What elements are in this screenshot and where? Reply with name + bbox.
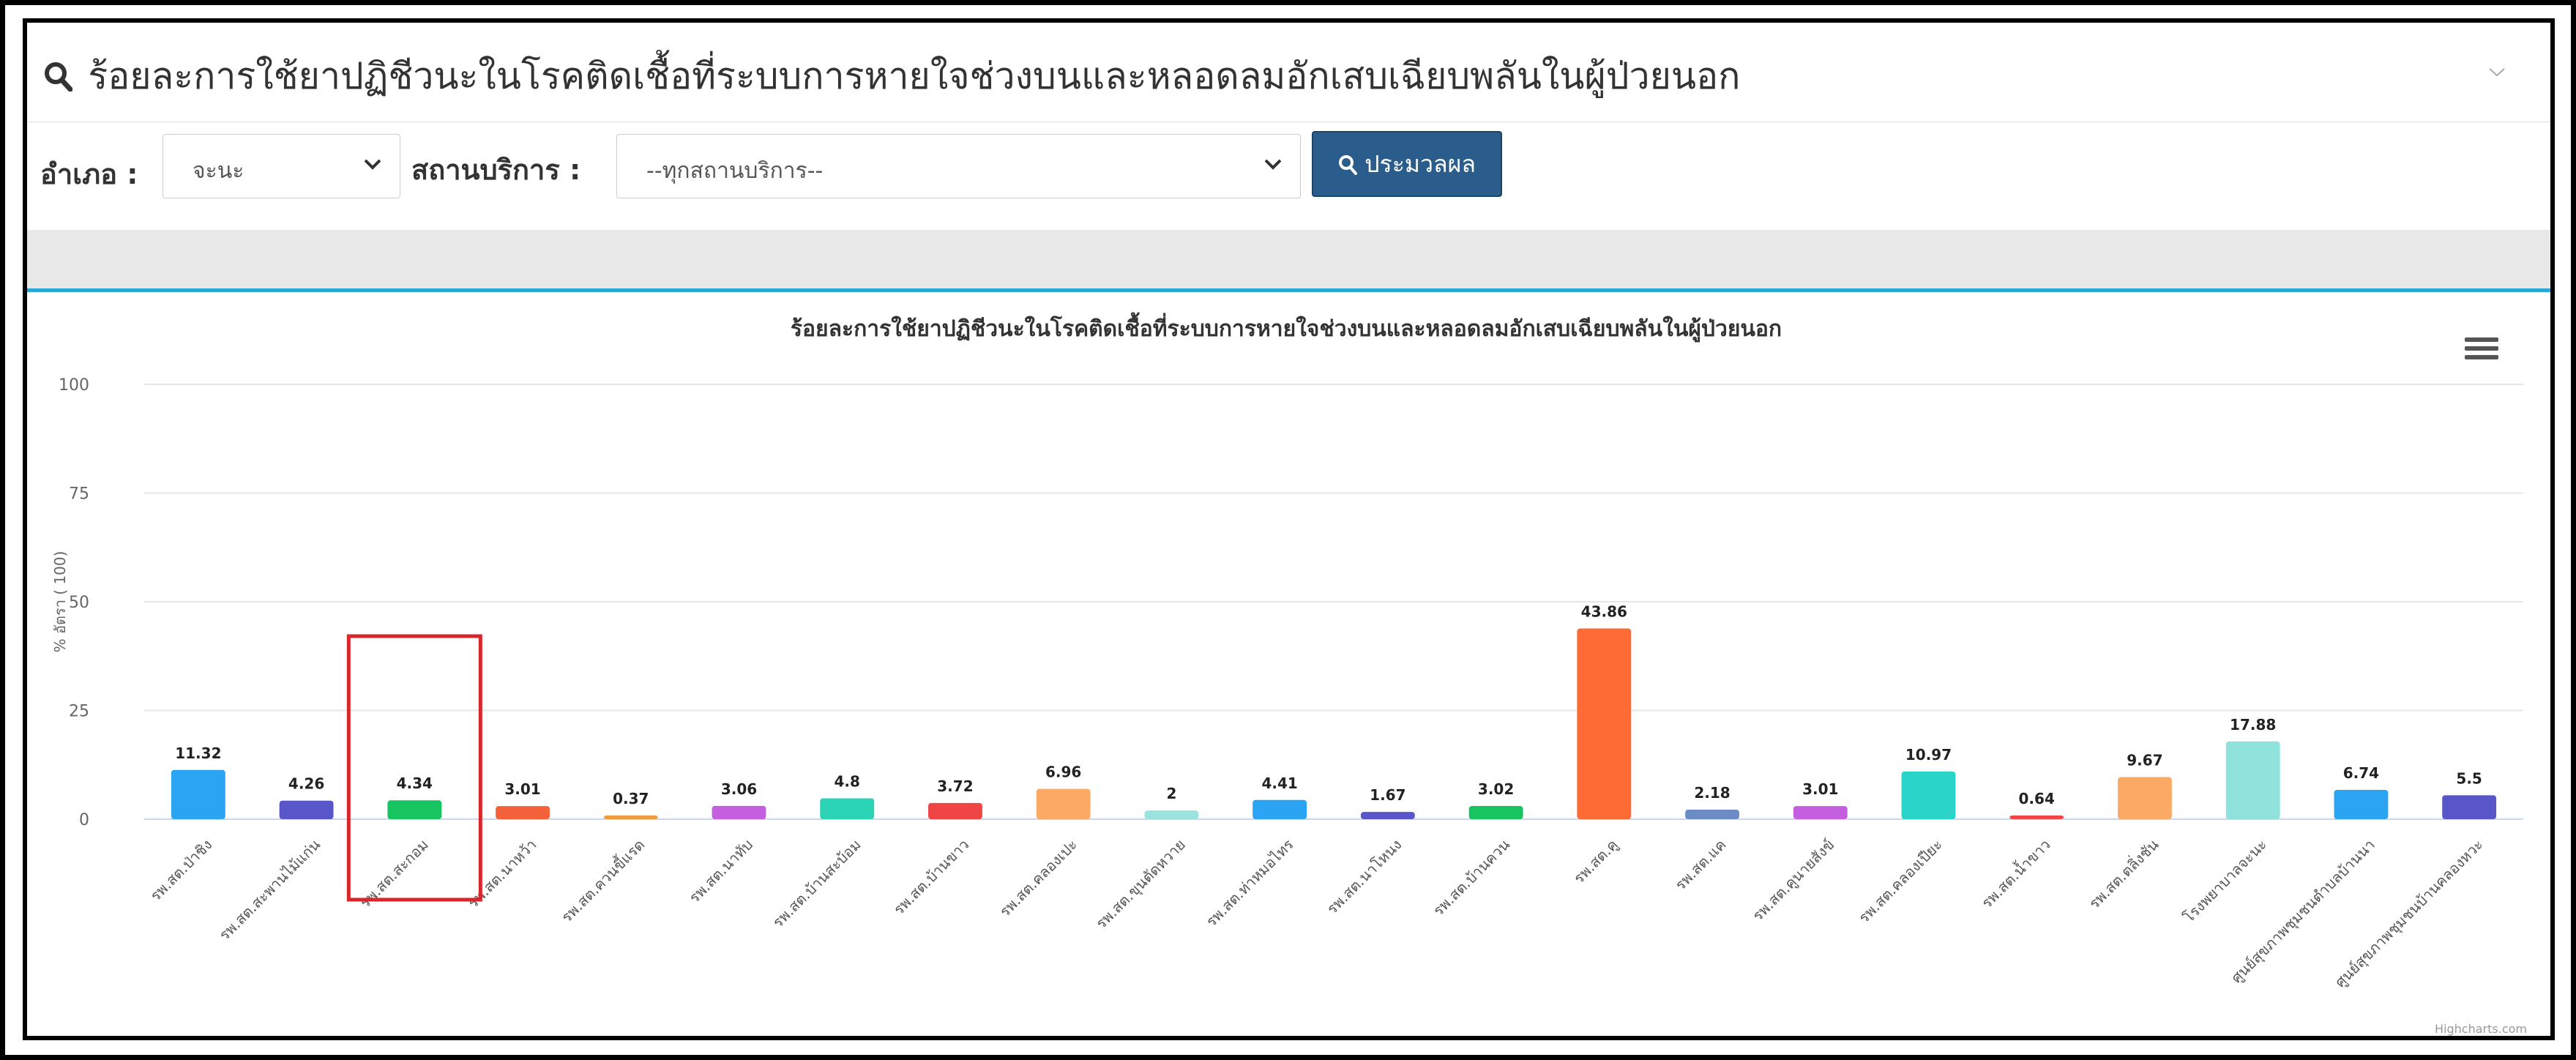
- bar[interactable]: [1793, 806, 1848, 819]
- x-tick-label: รพ.สต.คู: [1570, 836, 1622, 888]
- x-tick-label: โรงพยาบาลจะนะ: [2180, 836, 2270, 926]
- x-tick-label: รพ.สต.ตลิ่งชัน: [2084, 835, 2162, 912]
- data-label: 11.32: [175, 744, 221, 762]
- bar[interactable]: [928, 802, 982, 819]
- bar-chart: ร้อยละการใช้ยาปฏิชีวนะในโรคติดเชื้อที่ระ…: [51, 312, 2527, 1036]
- data-label: 43.86: [1581, 602, 1627, 620]
- x-tick-label: รพ.สต.สะพานไม้แก่น: [215, 835, 324, 944]
- bar[interactable]: [496, 806, 550, 819]
- search-icon: [1338, 150, 1364, 178]
- data-label: 3.01: [1802, 780, 1838, 798]
- x-tick-label: รพ.สต.ป่าชิง: [146, 836, 215, 905]
- bar[interactable]: [171, 769, 225, 819]
- x-tick-label: รพ.สต.นาทับ: [685, 836, 756, 907]
- bar[interactable]: [279, 800, 334, 819]
- y-tick-label: 100: [59, 376, 89, 395]
- data-label: 3.72: [937, 777, 973, 795]
- chevron-down-icon[interactable]: [2487, 59, 2506, 83]
- data-label: 3.01: [504, 780, 540, 798]
- bar[interactable]: [1468, 806, 1523, 819]
- data-label: 3.06: [721, 780, 757, 798]
- data-label: 17.88: [2230, 716, 2276, 734]
- data-label: 4.34: [397, 775, 433, 792]
- data-label: 4.26: [288, 775, 324, 793]
- bar[interactable]: [1685, 810, 1739, 819]
- data-label: 6.96: [1045, 764, 1081, 781]
- y-tick-label: 25: [69, 703, 89, 721]
- chart-title: ร้อยละการใช้ยาปฏิชีวนะในโรคติดเชื้อที่ระ…: [791, 312, 1782, 343]
- service-label: สถานบริการ :: [411, 154, 581, 186]
- data-label: 5.5: [2456, 769, 2482, 787]
- y-axis-label: % อัตรา ( 100): [51, 551, 69, 653]
- service-select-value: --ทุกสถานบริการ--: [646, 158, 824, 184]
- panel-header[interactable]: ร้อยละการใช้ยาปฏิชีวนะในโรคติดเชื้อที่ระ…: [27, 23, 2550, 122]
- bar[interactable]: [2009, 815, 2064, 819]
- x-tick-label: รพ.สต.แค: [1671, 836, 1729, 894]
- page-title: ร้อยละการใช้ยาปฏิชีวนะในโรคติดเชื้อที่ระ…: [43, 48, 1740, 105]
- bar[interactable]: [1144, 810, 1199, 819]
- page-title-text: ร้อยละการใช้ยาปฏิชีวนะในโรคติดเชื้อที่ระ…: [88, 55, 1741, 97]
- bar[interactable]: [1036, 788, 1091, 819]
- bar[interactable]: [2225, 741, 2280, 819]
- x-tick-label: รพ.สต.คลองเปียะ: [1855, 836, 1946, 927]
- x-tick-label: รพ.สต.ขุนตัดหวาย: [1092, 836, 1190, 933]
- x-tick-label: รพ.สต.คลองเปะ: [996, 836, 1081, 921]
- y-tick-label: 0: [79, 811, 89, 829]
- data-label: 0.37: [613, 790, 649, 807]
- chevron-down-icon: [1262, 148, 1284, 187]
- credits-link[interactable]: Highcharts.com: [2435, 1022, 2527, 1036]
- data-label: 6.74: [2343, 764, 2379, 782]
- bar[interactable]: [2118, 777, 2172, 819]
- x-tick-label: รพ.สต.คูนายสังข์: [1749, 836, 1838, 925]
- bar[interactable]: [1577, 628, 1632, 819]
- district-label: อำเภอ :: [40, 158, 138, 190]
- bar[interactable]: [820, 798, 875, 819]
- filter-bar: อำเภอ : จะนะ สถานบริการ : --ทุกสถานบริกา…: [27, 125, 2550, 228]
- bar[interactable]: [2334, 789, 2389, 819]
- data-label: 4.41: [1261, 775, 1297, 792]
- process-button-label: ประมวลผล: [1364, 150, 1476, 178]
- bar[interactable]: [1252, 799, 1307, 819]
- data-label: 1.67: [1370, 786, 1405, 804]
- bar[interactable]: [387, 800, 442, 819]
- bar[interactable]: [2442, 795, 2497, 819]
- data-label: 2.18: [1694, 784, 1730, 802]
- y-tick-label: 50: [69, 594, 89, 612]
- y-tick-label: 75: [69, 485, 89, 504]
- chart-container: ร้อยละการใช้ยาปฏิชีวนะในโรคติดเชื้อที่ระ…: [27, 292, 2550, 1036]
- report-panel: ร้อยละการใช้ยาปฏิชีวนะในโรคติดเชื้อที่ระ…: [23, 18, 2555, 1040]
- search-icon: [43, 55, 85, 97]
- data-label: 3.02: [1478, 780, 1514, 798]
- x-tick-label: รพ.สต.บ้านควน: [1430, 835, 1514, 919]
- data-label: 2: [1166, 785, 1176, 802]
- bar[interactable]: [712, 805, 766, 819]
- screenshot-frame: ร้อยละการใช้ยาปฏิชีวนะในโรคติดเชื้อที่ระ…: [4, 4, 2572, 1056]
- section-divider: [27, 230, 2550, 292]
- service-select[interactable]: --ทุกสถานบริการ--: [616, 134, 1301, 198]
- process-button[interactable]: ประมวลผล: [1312, 131, 1502, 197]
- bar[interactable]: [1901, 771, 1956, 819]
- x-tick-label: รพ.สต.ท่าหมอไทร: [1203, 835, 1297, 930]
- chevron-down-icon: [362, 148, 384, 187]
- x-tick-label: รพ.สต.ควนขี้แรด: [557, 835, 649, 926]
- bar[interactable]: [603, 815, 658, 819]
- data-label: 10.97: [1905, 746, 1952, 764]
- x-tick-label: รพ.สต.น้ำขาว: [1976, 835, 2053, 911]
- district-select-value: จะนะ: [193, 158, 244, 184]
- data-label: 0.64: [2019, 790, 2055, 807]
- bar[interactable]: [1360, 812, 1415, 819]
- x-tick-label: รพ.สต.บ้านสะบ้อม: [769, 836, 864, 931]
- district-select[interactable]: จะนะ: [163, 134, 400, 198]
- x-tick-label: รพ.สต.บ้านขาว: [890, 836, 973, 919]
- data-label: 9.67: [2127, 752, 2162, 769]
- data-label: 4.8: [835, 772, 860, 790]
- hamburger-icon[interactable]: [2465, 337, 2498, 359]
- x-tick-label: รพ.สต.นาโหนง: [1324, 836, 1405, 918]
